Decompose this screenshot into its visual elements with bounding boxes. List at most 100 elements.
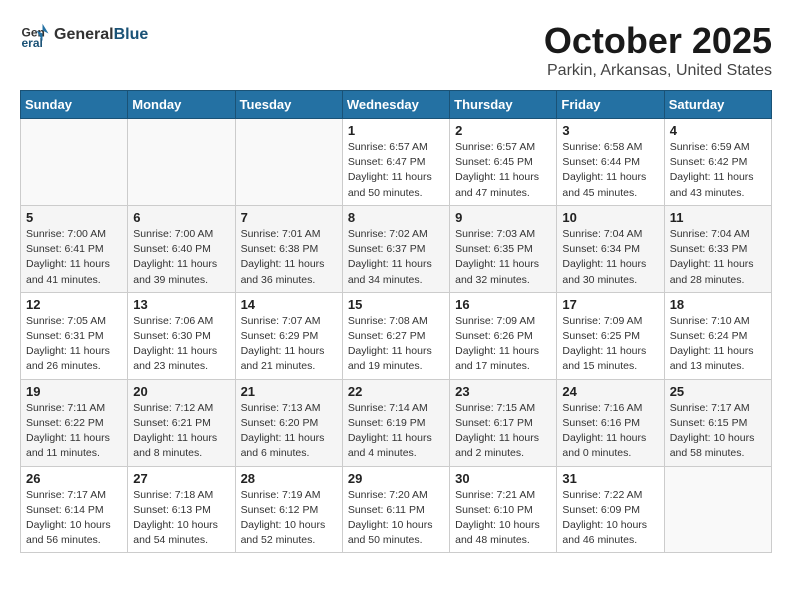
day-info: Sunrise: 7:02 AM Sunset: 6:37 PM Dayligh…	[348, 227, 444, 288]
day-number: 20	[133, 384, 229, 399]
day-info: Sunrise: 7:00 AM Sunset: 6:41 PM Dayligh…	[26, 227, 122, 288]
day-info: Sunrise: 7:03 AM Sunset: 6:35 PM Dayligh…	[455, 227, 551, 288]
day-info: Sunrise: 7:17 AM Sunset: 6:15 PM Dayligh…	[670, 401, 766, 462]
calendar-cell: 15 Sunrise: 7:08 AM Sunset: 6:27 PM Dayli…	[342, 292, 449, 379]
weekday-header-thursday: Thursday	[450, 91, 557, 119]
day-info: Sunrise: 7:10 AM Sunset: 6:24 PM Dayligh…	[670, 314, 766, 375]
calendar-cell: 22 Sunrise: 7:14 AM Sunset: 6:19 PM Dayli…	[342, 379, 449, 466]
calendar-cell: 6 Sunrise: 7:00 AM Sunset: 6:40 PM Daylig…	[128, 205, 235, 292]
day-number: 6	[133, 210, 229, 225]
logo: Gen eral GeneralBlue	[20, 20, 148, 50]
day-number: 8	[348, 210, 444, 225]
day-info: Sunrise: 7:11 AM Sunset: 6:22 PM Dayligh…	[26, 401, 122, 462]
day-number: 31	[562, 471, 658, 486]
weekday-header-sunday: Sunday	[21, 91, 128, 119]
calendar-cell: 3 Sunrise: 6:58 AM Sunset: 6:44 PM Daylig…	[557, 119, 664, 206]
day-info: Sunrise: 6:59 AM Sunset: 6:42 PM Dayligh…	[670, 140, 766, 201]
day-number: 17	[562, 297, 658, 312]
title-block: October 2025 Parkin, Arkansas, United St…	[544, 20, 772, 80]
location-title: Parkin, Arkansas, United States	[544, 62, 772, 80]
day-info: Sunrise: 7:04 AM Sunset: 6:34 PM Dayligh…	[562, 227, 658, 288]
calendar-cell: 2 Sunrise: 6:57 AM Sunset: 6:45 PM Daylig…	[450, 119, 557, 206]
calendar-cell	[128, 119, 235, 206]
calendar-cell: 1Sunrise: 6:57 AM Sunset: 6:47 PM Daylig…	[342, 119, 449, 206]
day-number: 13	[133, 297, 229, 312]
calendar-cell: 12Sunrise: 7:05 AM Sunset: 6:31 PM Dayli…	[21, 292, 128, 379]
day-info: Sunrise: 7:17 AM Sunset: 6:14 PM Dayligh…	[26, 488, 122, 549]
day-info: Sunrise: 7:20 AM Sunset: 6:11 PM Dayligh…	[348, 488, 444, 549]
day-info: Sunrise: 6:58 AM Sunset: 6:44 PM Dayligh…	[562, 140, 658, 201]
day-info: Sunrise: 6:57 AM Sunset: 6:45 PM Dayligh…	[455, 140, 551, 201]
day-number: 18	[670, 297, 766, 312]
day-info: Sunrise: 7:21 AM Sunset: 6:10 PM Dayligh…	[455, 488, 551, 549]
day-number: 12	[26, 297, 122, 312]
day-info: Sunrise: 7:04 AM Sunset: 6:33 PM Dayligh…	[670, 227, 766, 288]
day-number: 15	[348, 297, 444, 312]
day-number: 1	[348, 123, 444, 138]
day-info: Sunrise: 7:15 AM Sunset: 6:17 PM Dayligh…	[455, 401, 551, 462]
day-info: Sunrise: 7:12 AM Sunset: 6:21 PM Dayligh…	[133, 401, 229, 462]
day-number: 22	[348, 384, 444, 399]
calendar-cell: 30Sunrise: 7:21 AM Sunset: 6:10 PM Dayli…	[450, 466, 557, 553]
day-info: Sunrise: 7:08 AM Sunset: 6:27 PM Dayligh…	[348, 314, 444, 375]
day-number: 24	[562, 384, 658, 399]
day-info: Sunrise: 7:09 AM Sunset: 6:26 PM Dayligh…	[455, 314, 551, 375]
calendar-cell: 7 Sunrise: 7:01 AM Sunset: 6:38 PM Daylig…	[235, 205, 342, 292]
day-info: Sunrise: 7:14 AM Sunset: 6:19 PM Dayligh…	[348, 401, 444, 462]
calendar-cell: 31Sunrise: 7:22 AM Sunset: 6:09 PM Dayli…	[557, 466, 664, 553]
calendar-cell: 27 Sunrise: 7:18 AM Sunset: 6:13 PM Dayli…	[128, 466, 235, 553]
calendar-cell: 14Sunrise: 7:07 AM Sunset: 6:29 PM Dayli…	[235, 292, 342, 379]
day-number: 7	[241, 210, 337, 225]
day-number: 3	[562, 123, 658, 138]
weekday-header-row: SundayMondayTuesdayWednesdayThursdayFrid…	[21, 91, 772, 119]
day-info: Sunrise: 7:01 AM Sunset: 6:38 PM Dayligh…	[241, 227, 337, 288]
week-row-2: 5Sunrise: 7:00 AM Sunset: 6:41 PM Daylig…	[21, 205, 772, 292]
week-row-3: 12Sunrise: 7:05 AM Sunset: 6:31 PM Dayli…	[21, 292, 772, 379]
calendar-cell: 20 Sunrise: 7:12 AM Sunset: 6:21 PM Dayli…	[128, 379, 235, 466]
day-number: 14	[241, 297, 337, 312]
weekday-header-friday: Friday	[557, 91, 664, 119]
calendar-cell: 4Sunrise: 6:59 AM Sunset: 6:42 PM Daylig…	[664, 119, 771, 206]
day-number: 2	[455, 123, 551, 138]
calendar-cell: 16 Sunrise: 7:09 AM Sunset: 6:26 PM Dayli…	[450, 292, 557, 379]
calendar-cell: 29 Sunrise: 7:20 AM Sunset: 6:11 PM Dayli…	[342, 466, 449, 553]
day-info: Sunrise: 7:19 AM Sunset: 6:12 PM Dayligh…	[241, 488, 337, 549]
logo-general: General	[54, 26, 114, 43]
calendar-cell	[235, 119, 342, 206]
calendar-cell: 28 Sunrise: 7:19 AM Sunset: 6:12 PM Dayli…	[235, 466, 342, 553]
day-info: Sunrise: 7:00 AM Sunset: 6:40 PM Dayligh…	[133, 227, 229, 288]
day-number: 19	[26, 384, 122, 399]
calendar-cell: 19 Sunrise: 7:11 AM Sunset: 6:22 PM Dayli…	[21, 379, 128, 466]
weekday-header-tuesday: Tuesday	[235, 91, 342, 119]
day-number: 9	[455, 210, 551, 225]
week-row-4: 19 Sunrise: 7:11 AM Sunset: 6:22 PM Dayli…	[21, 379, 772, 466]
day-number: 23	[455, 384, 551, 399]
calendar-cell: 8 Sunrise: 7:02 AM Sunset: 6:37 PM Daylig…	[342, 205, 449, 292]
page-header: Gen eral GeneralBlue October 2025 Parkin…	[20, 20, 772, 80]
day-number: 26	[26, 471, 122, 486]
calendar-table: SundayMondayTuesdayWednesdayThursdayFrid…	[20, 90, 772, 553]
day-info: Sunrise: 7:13 AM Sunset: 6:20 PM Dayligh…	[241, 401, 337, 462]
calendar-cell: 17Sunrise: 7:09 AM Sunset: 6:25 PM Dayli…	[557, 292, 664, 379]
calendar-cell: 11Sunrise: 7:04 AM Sunset: 6:33 PM Dayli…	[664, 205, 771, 292]
day-number: 21	[241, 384, 337, 399]
week-row-5: 26 Sunrise: 7:17 AM Sunset: 6:14 PM Dayli…	[21, 466, 772, 553]
month-title: October 2025	[544, 20, 772, 62]
day-number: 16	[455, 297, 551, 312]
day-number: 29	[348, 471, 444, 486]
calendar-cell	[21, 119, 128, 206]
weekday-header-saturday: Saturday	[664, 91, 771, 119]
logo-blue: Blue	[114, 26, 149, 43]
logo-icon: Gen eral	[20, 20, 50, 50]
calendar-cell: 25Sunrise: 7:17 AM Sunset: 6:15 PM Dayli…	[664, 379, 771, 466]
calendar-cell: 9 Sunrise: 7:03 AM Sunset: 6:35 PM Daylig…	[450, 205, 557, 292]
calendar-cell: 21 Sunrise: 7:13 AM Sunset: 6:20 PM Dayli…	[235, 379, 342, 466]
day-number: 10	[562, 210, 658, 225]
calendar-cell: 18 Sunrise: 7:10 AM Sunset: 6:24 PM Dayli…	[664, 292, 771, 379]
calendar-cell	[664, 466, 771, 553]
calendar-cell: 13Sunrise: 7:06 AM Sunset: 6:30 PM Dayli…	[128, 292, 235, 379]
day-info: Sunrise: 7:18 AM Sunset: 6:13 PM Dayligh…	[133, 488, 229, 549]
day-number: 27	[133, 471, 229, 486]
calendar-cell: 23 Sunrise: 7:15 AM Sunset: 6:17 PM Dayli…	[450, 379, 557, 466]
day-number: 28	[241, 471, 337, 486]
